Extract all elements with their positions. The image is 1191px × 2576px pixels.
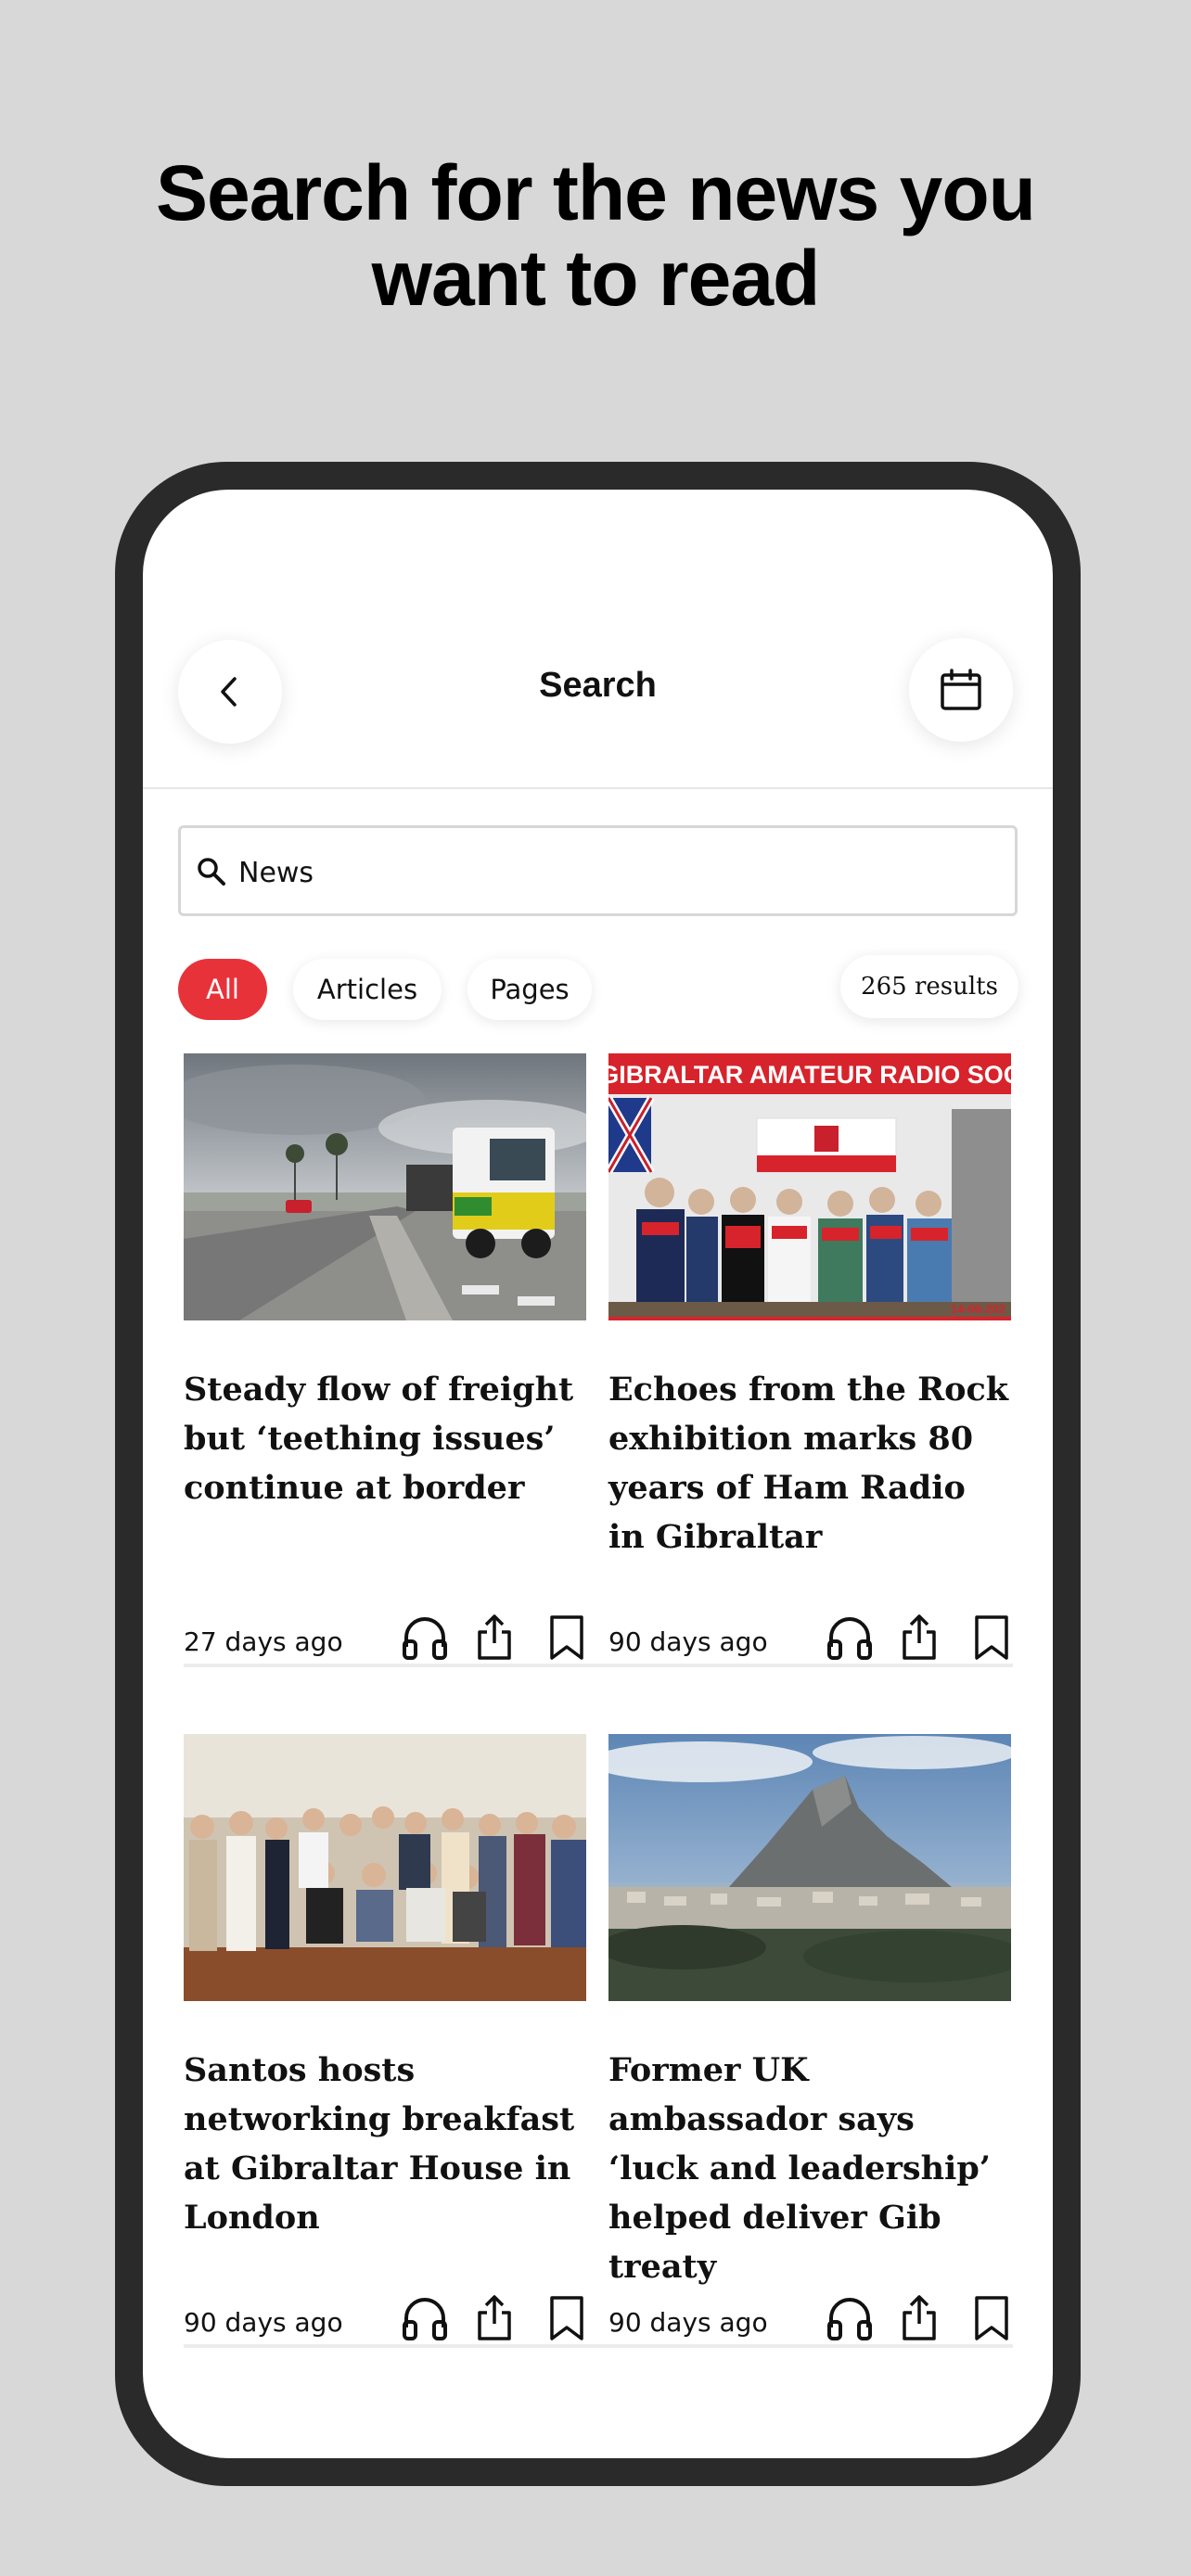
article-title[interactable]: Santos hosts networking breakfast at Gib… [184, 2046, 586, 2242]
search-input[interactable] [237, 845, 997, 900]
share-icon[interactable] [475, 2294, 514, 2342]
headphones-icon[interactable] [826, 2294, 874, 2342]
bookmark-icon[interactable] [547, 1613, 586, 1662]
bookmark-icon[interactable] [547, 2294, 586, 2342]
headphones-icon[interactable] [826, 1613, 874, 1662]
article-timestamp: 27 days ago [184, 1626, 343, 1657]
article-title[interactable]: Former UK ambassador says ‘luck and lead… [608, 2046, 1011, 2291]
article-timestamp: 90 days ago [608, 2307, 768, 2338]
row-divider [184, 1664, 1013, 1667]
share-icon[interactable] [900, 1613, 939, 1662]
results-count-badge: 265 results [840, 955, 1018, 1018]
article-actions [826, 1613, 1011, 1669]
bookmark-icon[interactable] [972, 1613, 1011, 1662]
promo-headline-line2: want to read [371, 235, 821, 322]
border-traffic-photo [184, 1053, 586, 1320]
calendar-icon [941, 669, 981, 710]
share-icon[interactable] [475, 1613, 514, 1662]
article-thumbnail[interactable] [184, 1053, 586, 1320]
headphones-icon[interactable] [401, 2294, 449, 2342]
calendar-button[interactable] [909, 638, 1013, 742]
promo-headline: Search for the news you want to read [0, 150, 1191, 321]
headphones-icon[interactable] [401, 1613, 449, 1662]
search-icon [198, 858, 225, 886]
article-actions [401, 2294, 586, 2350]
phone-screen: Search All Articles Pages 265 results [143, 490, 1053, 2458]
share-icon[interactable] [900, 2294, 939, 2342]
article-thumbnail[interactable]: THE GIBRALTAR AMATEUR RADIO SOCIETY [608, 1053, 1011, 1320]
article-actions [826, 2294, 1011, 2350]
article-timestamp: 90 days ago [184, 2307, 343, 2338]
article-actions [401, 1613, 586, 1669]
article-title[interactable]: Steady flow of freight but ‘teething iss… [184, 1365, 586, 1512]
rock-of-gibraltar-photo [608, 1734, 1011, 2001]
row-divider [184, 2344, 1013, 2348]
article-thumbnail[interactable] [608, 1734, 1011, 2001]
filter-chip-all[interactable]: All [178, 959, 267, 1020]
article-title[interactable]: Echoes from the Rock exhibition marks 80… [608, 1365, 1011, 1562]
article-timestamp: 90 days ago [608, 1626, 768, 1657]
photo-date-stamp: 14-06-202 [951, 1302, 1005, 1316]
phone-frame: Search All Articles Pages 265 results [115, 462, 1081, 2486]
search-field[interactable] [178, 825, 1018, 916]
promo-headline-line1: Search for the news you [156, 149, 1036, 236]
bookmark-icon[interactable] [972, 2294, 1011, 2342]
photo-banner-text: THE GIBRALTAR AMATEUR RADIO SOCIETY [608, 1061, 1011, 1089]
article-thumbnail[interactable] [184, 1734, 586, 2001]
filter-chip-articles[interactable]: Articles [293, 959, 442, 1020]
top-navigation-bar: Search [143, 490, 1053, 789]
filter-chip-pages[interactable]: Pages [467, 959, 592, 1020]
group-photo [184, 1734, 586, 2001]
radio-society-photo: THE GIBRALTAR AMATEUR RADIO SOCIETY [608, 1053, 1011, 1320]
